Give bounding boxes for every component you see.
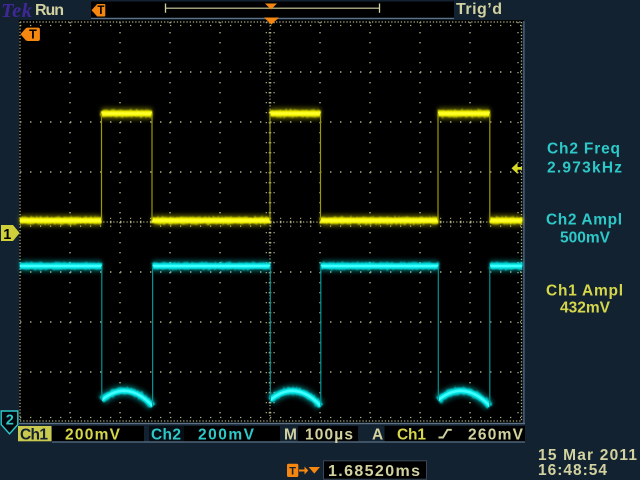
svg-text:Tek: Tek	[1, 0, 33, 22]
svg-text:2: 2	[6, 413, 14, 429]
svg-text:A: A	[372, 426, 383, 443]
svg-text:2.973kHz: 2.973kHz	[547, 159, 622, 176]
svg-text:Ch2 Ampl: Ch2 Ampl	[546, 212, 622, 229]
svg-text:T: T	[29, 27, 37, 41]
svg-text:100µs: 100µs	[305, 426, 353, 443]
svg-text:Run: Run	[35, 2, 64, 19]
svg-text:16:48:54: 16:48:54	[538, 462, 607, 479]
svg-text:T: T	[97, 5, 104, 17]
svg-text:500mV: 500mV	[560, 229, 611, 246]
svg-text:260mV: 260mV	[468, 426, 524, 443]
svg-text:Ch1: Ch1	[397, 426, 426, 443]
svg-text:432mV: 432mV	[560, 299, 611, 316]
svg-text:1.68520ms: 1.68520ms	[328, 463, 420, 480]
svg-text:200mV: 200mV	[65, 426, 121, 443]
svg-text:Ch1 Ampl: Ch1 Ampl	[546, 283, 623, 300]
svg-text:Trig’d: Trig’d	[456, 1, 502, 18]
svg-text:1: 1	[3, 227, 11, 243]
svg-text:200mV: 200mV	[198, 426, 255, 443]
svg-text:M: M	[284, 426, 297, 443]
svg-text:T: T	[289, 466, 296, 478]
svg-text:Ch2: Ch2	[151, 426, 181, 443]
svg-text:Ch1: Ch1	[20, 426, 48, 443]
svg-text:Ch2 Freq: Ch2 Freq	[547, 141, 620, 158]
